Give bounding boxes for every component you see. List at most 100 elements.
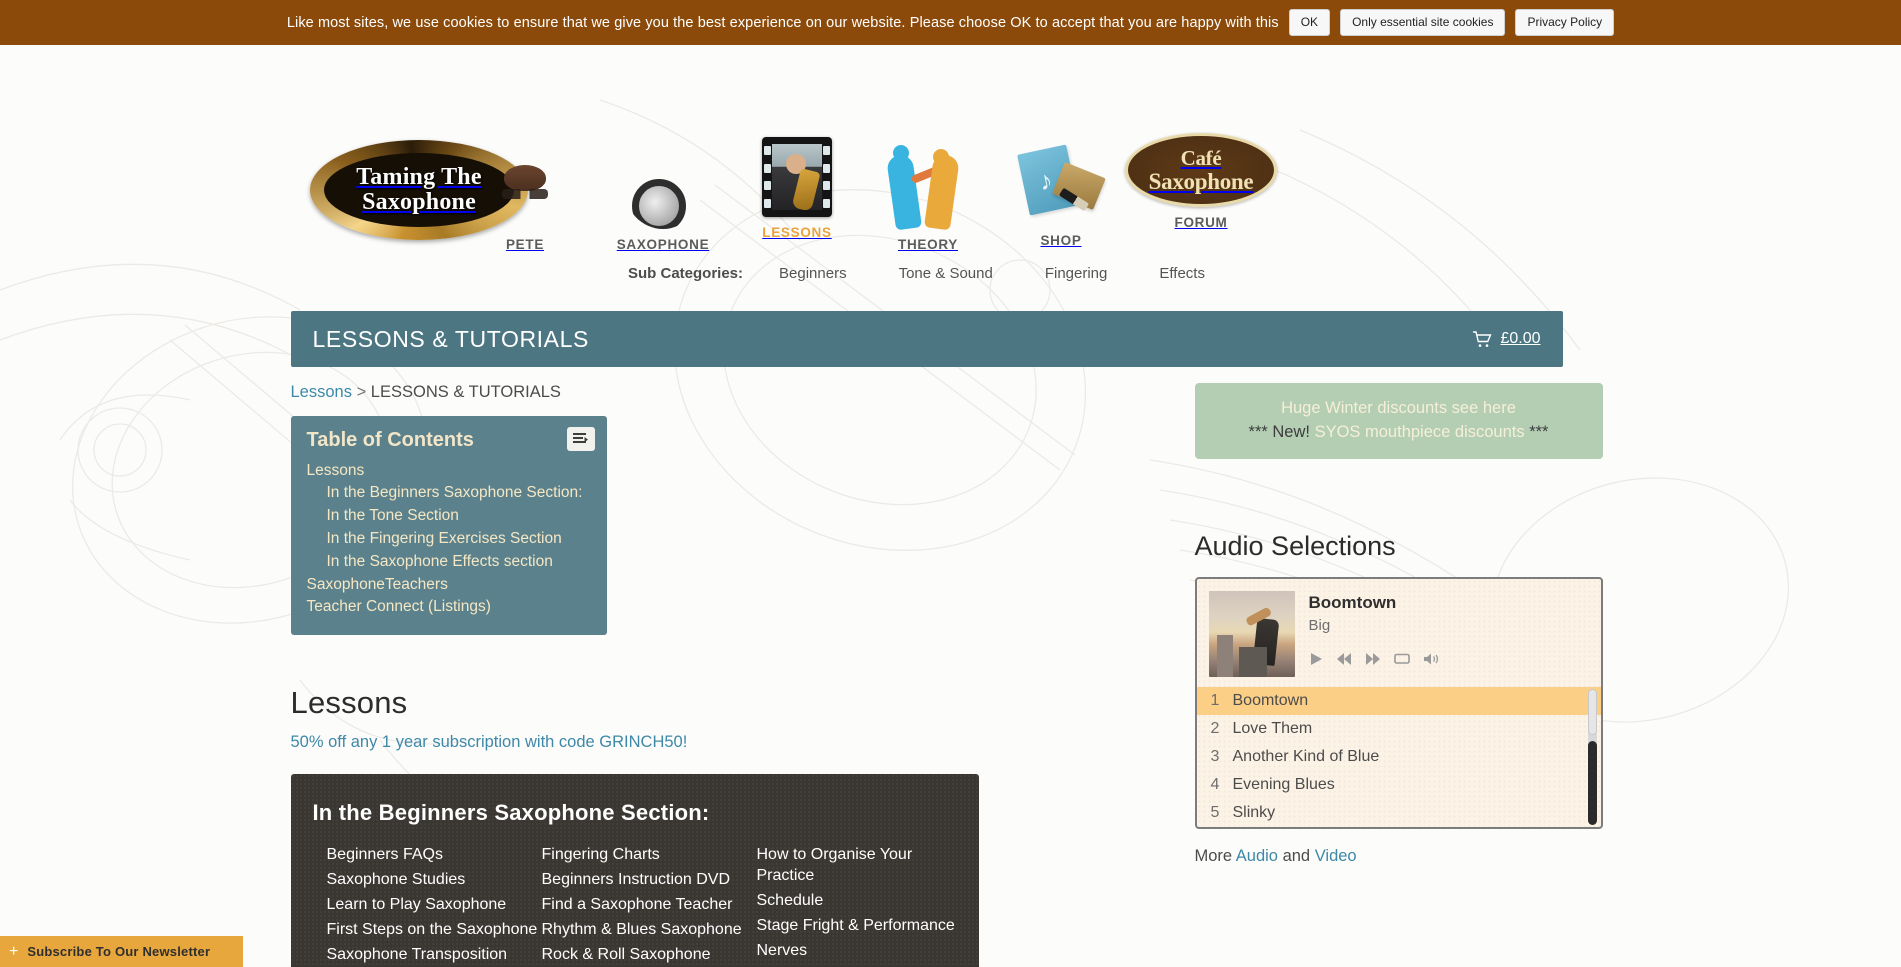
link-saxophone-studies[interactable]: Saxophone Studies xyxy=(327,867,542,892)
sheet-music-book-icon xyxy=(1017,144,1106,225)
link-fingering-charts[interactable]: Fingering Charts xyxy=(542,842,757,867)
link-beginners-faqs[interactable]: Beginners FAQs xyxy=(327,842,542,867)
more-audio-link[interactable]: Audio xyxy=(1236,847,1278,865)
cookie-message: Like most sites, we use cookies to ensur… xyxy=(286,14,1279,31)
play-icon[interactable] xyxy=(1309,652,1323,666)
more-video-link[interactable]: Video xyxy=(1315,847,1357,865)
nav-item-pete[interactable]: PETE xyxy=(455,145,595,252)
nav-label-forum: FORUM xyxy=(1174,215,1228,230)
track-name: Slinky xyxy=(1232,803,1276,821)
toc-item-lessons[interactable]: Lessons xyxy=(307,459,591,482)
cafe-saxophone-logo-icon: Café Saxophone xyxy=(1125,133,1277,207)
toc-item-teacher-connect[interactable]: Teacher Connect (Listings) xyxy=(307,596,591,619)
link-first-steps-on-the-saxophone[interactable]: First Steps on the Saxophone xyxy=(327,917,542,942)
beginners-section-heading: In the Beginners Saxophone Section: xyxy=(312,799,710,825)
cart-button[interactable]: £0.00 xyxy=(1472,330,1541,348)
more-and: and xyxy=(1282,846,1311,865)
page-title-bar: LESSONS & TUTORIALS £0.00 xyxy=(290,311,1563,367)
link-stage-fright[interactable]: Stage Fright & Performance xyxy=(757,913,972,938)
link-saxophone-transposition[interactable]: Saxophone Transposition xyxy=(327,942,542,967)
subcategory-tone-and-sound[interactable]: Tone & Sound xyxy=(899,265,993,282)
playlist-scrollbar[interactable] xyxy=(1587,688,1597,825)
winter-discounts-link[interactable]: Huge Winter discounts see here xyxy=(1281,399,1516,417)
main-content: Lessons > LESSONS & TUTORIALS Table of C… xyxy=(290,383,1151,967)
shopping-cart-icon xyxy=(1472,330,1493,348)
subcategory-effects[interactable]: Effects xyxy=(1159,265,1205,282)
track-number: 4 xyxy=(1210,775,1220,793)
pete-portrait-icon xyxy=(486,145,564,229)
subscription-promo-link[interactable]: 50% off any 1 year subscription with cod… xyxy=(291,733,1151,752)
toc-heading: Table of Contents xyxy=(306,429,474,451)
subcategory-fingering[interactable]: Fingering xyxy=(1045,265,1108,282)
track-number: 2 xyxy=(1210,719,1220,737)
plus-icon: + xyxy=(9,942,19,960)
nav-item-forum[interactable]: Café Saxophone FORUM xyxy=(1125,133,1277,230)
winter-discount-promo-box: Huge Winter discounts see here *** New! … xyxy=(1194,383,1603,459)
nav-item-lessons[interactable]: LESSONS xyxy=(727,137,867,240)
forum-logo-line-2: Saxophone xyxy=(1148,168,1254,194)
playlist-item[interactable]: 3 Another Kind of Blue xyxy=(1197,743,1601,771)
track-name: Evening Blues xyxy=(1232,775,1335,793)
audio-selections-heading: Audio Selections xyxy=(1194,530,1396,561)
cookie-consent-banner: Like most sites, we use cookies to ensur… xyxy=(0,0,1901,45)
playlist-item[interactable]: 5 Slinky xyxy=(1197,799,1601,827)
previous-track-icon[interactable] xyxy=(1336,652,1352,666)
now-playing-artist: Big xyxy=(1308,616,1331,634)
track-number: 1 xyxy=(1210,691,1220,709)
forum-logo-line-1: Café xyxy=(1180,145,1222,170)
toc-item-effects-section[interactable]: In the Saxophone Effects section xyxy=(307,550,591,573)
sidebar: Huge Winter discounts see here *** New! … xyxy=(1194,383,1603,967)
breadcrumb-root[interactable]: Lessons xyxy=(291,383,352,401)
playlist-item[interactable]: 4 Evening Blues xyxy=(1197,771,1601,799)
audio-player: Boomtown Big 1 Boomtown 2 Love Them 3 An… xyxy=(1194,576,1603,829)
beginners-link-column-2: Fingering Charts Beginners Instruction D… xyxy=(542,842,757,967)
subcategory-beginners[interactable]: Beginners xyxy=(779,265,847,282)
table-of-contents: Table of Contents Lessons In the Beginne… xyxy=(290,416,607,635)
fullscreen-icon[interactable] xyxy=(1393,652,1410,665)
next-track-icon[interactable] xyxy=(1365,652,1381,666)
link-saxophone-video-lessons[interactable]: Saxophone Video Lessons xyxy=(757,963,972,967)
subcategories-bar: Sub Categories: Beginners Tone & Sound F… xyxy=(0,245,1901,301)
track-name: Another Kind of Blue xyxy=(1232,747,1380,765)
playlist-item[interactable]: 1 Boomtown xyxy=(1196,686,1601,715)
volume-icon[interactable] xyxy=(1423,652,1440,666)
track-number: 5 xyxy=(1210,803,1220,821)
track-name: Boomtown xyxy=(1232,691,1309,709)
cookie-ok-button[interactable]: OK xyxy=(1288,9,1331,36)
nav-item-theory[interactable]: THEORY xyxy=(858,145,998,252)
link-nerves[interactable]: Nerves xyxy=(757,938,972,963)
promo-new-label: New! xyxy=(1272,422,1310,441)
beginners-link-column-3: How to Organise Your Practice Schedule S… xyxy=(757,842,972,967)
toc-item-fingering-section[interactable]: In the Fingering Exercises Section xyxy=(307,527,591,550)
nav-label-lessons: LESSONS xyxy=(762,225,832,240)
privacy-policy-button[interactable]: Privacy Policy xyxy=(1515,9,1615,36)
more-prefix: More xyxy=(1194,846,1233,865)
promo-stars-left: *** xyxy=(1248,422,1268,441)
nav-item-saxophone[interactable]: SAXOPHONE xyxy=(593,145,733,252)
link-find-a-saxophone-teacher[interactable]: Find a Saxophone Teacher xyxy=(542,892,757,917)
newsletter-subscribe-bar[interactable]: + Subscribe To Our Newsletter xyxy=(0,936,243,967)
toc-item-tone-section[interactable]: In the Tone Section xyxy=(307,505,591,528)
playlist-item[interactable]: 2 Love Them xyxy=(1197,715,1601,743)
link-beginners-instruction-dvd[interactable]: Beginners Instruction DVD xyxy=(542,867,757,892)
breadcrumb: Lessons > LESSONS & TUTORIALS xyxy=(291,383,1151,402)
more-media-line: More Audio and Video xyxy=(1195,847,1603,866)
newsletter-label: Subscribe To Our Newsletter xyxy=(27,944,211,959)
logo-line-1: Taming The xyxy=(356,163,482,190)
nav-item-shop[interactable]: SHOP xyxy=(991,144,1131,248)
logo-line-2: Saxophone xyxy=(362,189,476,215)
playlist[interactable]: 1 Boomtown 2 Love Them 3 Another Kind of… xyxy=(1196,686,1601,827)
promo-stars-right: *** xyxy=(1529,422,1549,441)
link-rock-and-roll-saxophone[interactable]: Rock & Roll Saxophone xyxy=(542,942,757,967)
link-schedule[interactable]: Schedule xyxy=(757,888,972,913)
cookie-essential-only-button[interactable]: Only essential site cookies xyxy=(1340,9,1506,36)
toc-item-beginners-section[interactable]: In the Beginners Saxophone Section: xyxy=(307,482,591,505)
syos-mouthpiece-discounts-link[interactable]: SYOS mouthpiece discounts xyxy=(1315,423,1525,441)
lessons-section-heading: Lessons xyxy=(290,684,408,720)
site-header: Taming The Saxophone PETE SAXOPHONE LESS… xyxy=(0,45,1901,252)
toc-item-saxophone-teachers[interactable]: SaxophoneTeachers xyxy=(307,573,591,596)
link-learn-to-play-saxophone[interactable]: Learn to Play Saxophone xyxy=(327,892,542,917)
link-rhythm-and-blues-saxophone[interactable]: Rhythm & Blues Saxophone xyxy=(542,917,757,942)
link-organise-practice[interactable]: How to Organise Your Practice xyxy=(757,842,972,888)
list-toggle-icon[interactable] xyxy=(566,427,595,451)
